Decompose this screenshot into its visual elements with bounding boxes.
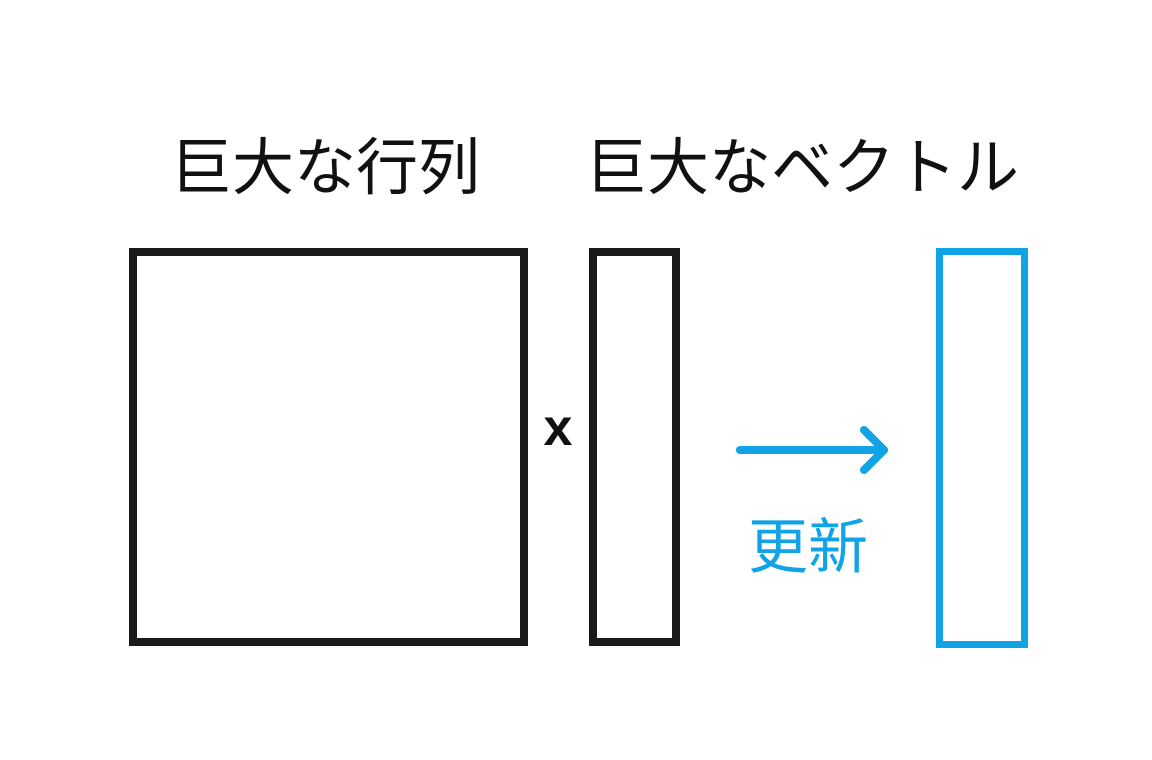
updated-vector-box <box>936 248 1028 648</box>
vector-label: 巨大なベクトル <box>585 131 1020 204</box>
matrix-label: 巨大な行列 <box>170 131 481 204</box>
arrow-right-icon <box>736 426 888 474</box>
matrix-box <box>129 248 528 646</box>
multiply-sign: x <box>543 399 573 457</box>
vector-box <box>589 248 680 646</box>
update-label: 更新 <box>748 513 868 583</box>
